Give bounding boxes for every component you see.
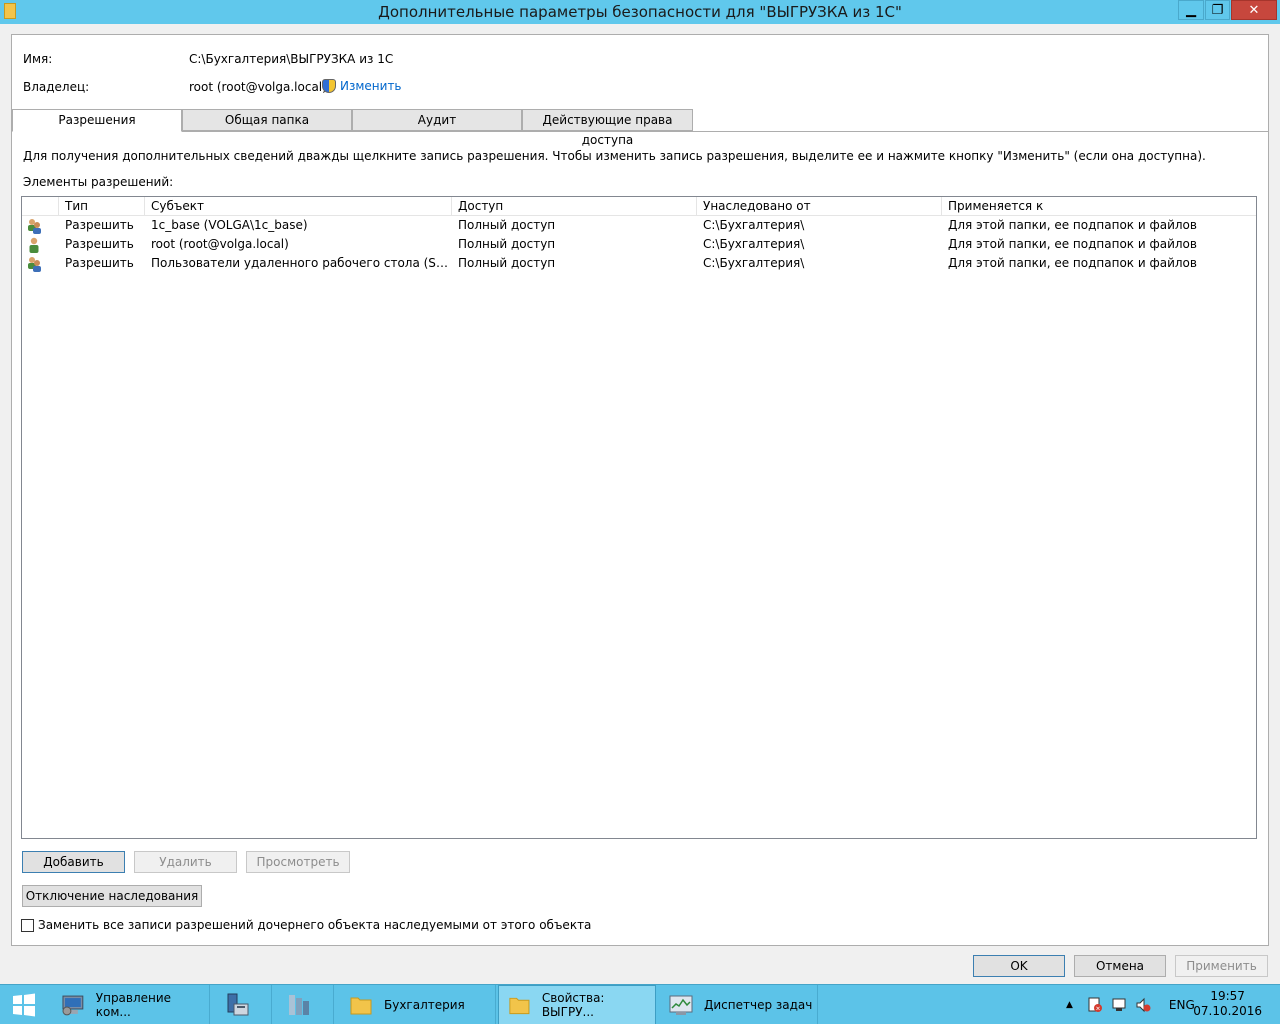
row-inherited: C:\Бухгалтерия\ <box>703 237 805 251</box>
folder-icon <box>509 997 530 1015</box>
clock-time: 19:57 <box>1210 989 1245 1003</box>
clock[interactable]: 19:57 07.10.2016 <box>1193 989 1262 1019</box>
row-subject: root (root@volga.local) <box>151 237 289 251</box>
row-applies: Для этой папки, ее подпапок и файлов <box>948 237 1197 251</box>
server-manager-icon <box>227 993 249 1016</box>
column-header-access[interactable]: Доступ <box>452 197 697 216</box>
uac-shield-icon <box>322 79 336 93</box>
taskbar-item-accounting-folder[interactable]: Бухгалтерия <box>340 985 496 1024</box>
row-inherited: C:\Бухгалтерия\ <box>703 218 805 232</box>
task-manager-icon <box>669 995 693 1015</box>
row-access: Полный доступ <box>458 256 556 270</box>
minimize-button[interactable]: ▁ <box>1178 0 1204 20</box>
tab-permissions[interactable]: Разрешения <box>12 109 182 132</box>
taskbar-item-properties[interactable]: Свойства: ВЫГРУ... <box>498 985 656 1024</box>
row-inherited: C:\Бухгалтерия\ <box>703 256 805 270</box>
owner-label: Владелец: <box>23 80 90 94</box>
remove-button[interactable]: Удалить <box>134 851 237 873</box>
system-tray: ▲ ✕ ENG <box>1066 985 1195 1024</box>
name-label: Имя: <box>23 52 53 66</box>
table-row[interactable]: Разрешить Пользователи удаленного рабоче… <box>22 254 1256 273</box>
table-row[interactable]: Разрешить 1c_base (VOLGA\1c_base) Полный… <box>22 216 1256 235</box>
column-header-type[interactable]: Тип <box>59 197 145 216</box>
permission-entries-label: Элементы разрешений: <box>23 175 174 189</box>
column-header-subject[interactable]: Субъект <box>145 197 452 216</box>
replace-child-permissions-row[interactable]: Заменить все записи разрешений дочернего… <box>21 918 591 932</box>
windows-logo-icon <box>13 993 35 1017</box>
permission-entries-list[interactable]: Тип Субъект Доступ Унаследовано от Приме… <box>21 196 1257 839</box>
computer-management-icon <box>62 995 84 1016</box>
restore-button[interactable]: ❐ <box>1205 0 1230 20</box>
view-button[interactable]: Просмотреть <box>246 851 350 873</box>
taskbar-item-label: Управление ком... <box>95 991 172 1019</box>
disable-inheritance-button[interactable]: Отключение наследования <box>22 885 202 907</box>
clock-date: 07.10.2016 <box>1193 1004 1262 1018</box>
title-bar: Дополнительные параметры безопасности дл… <box>0 0 1280 24</box>
svg-text:✕: ✕ <box>1095 1006 1100 1013</box>
taskbar-item-label: Диспетчер задач <box>704 998 813 1012</box>
user-icon <box>29 237 39 253</box>
add-button[interactable]: Добавить <box>22 851 125 873</box>
start-button[interactable] <box>0 985 48 1024</box>
group-icon <box>28 257 41 272</box>
replace-child-permissions-checkbox[interactable] <box>21 918 34 932</box>
row-applies: Для этой папки, ее подпапок и файлов <box>948 256 1197 270</box>
row-type: Разрешить <box>65 237 134 251</box>
column-header-applies[interactable]: Применяется к <box>942 197 1256 216</box>
info-text: Для получения дополнительных сведений дв… <box>23 149 1206 163</box>
tab-sharing[interactable]: Общая папка <box>182 109 352 131</box>
row-applies: Для этой папки, ее подпапок и файлов <box>948 218 1197 232</box>
replace-child-permissions-label: Заменить все записи разрешений дочернего… <box>38 918 592 932</box>
taskbar-item-label: Свойства: ВЫГРУ... <box>541 991 605 1019</box>
volume-muted-icon[interactable] <box>1135 997 1151 1013</box>
name-value: C:\Бухгалтерия\ВЫГРУЗКА из 1С <box>189 52 394 66</box>
taskbar-item-powershell[interactable] <box>278 985 334 1024</box>
language-indicator[interactable]: ENG <box>1169 998 1195 1012</box>
folder-icon <box>350 997 372 1015</box>
row-subject: 1c_base (VOLGA\1c_base) <box>151 218 308 232</box>
column-header-inherited[interactable]: Унаследовано от <box>697 197 942 216</box>
close-button[interactable]: ✕ <box>1231 0 1277 20</box>
owner-value: root (root@volga.local) <box>189 80 327 94</box>
row-access: Полный доступ <box>458 218 556 232</box>
row-access: Полный доступ <box>458 237 556 251</box>
powershell-icon <box>289 995 309 1015</box>
tab-auditing[interactable]: Аудит <box>352 109 522 131</box>
window-title: Дополнительные параметры безопасности дл… <box>378 3 902 21</box>
table-row[interactable]: Разрешить root (root@volga.local) Полный… <box>22 235 1256 254</box>
taskbar-item-computer-management[interactable]: Управление ком... <box>52 985 210 1024</box>
show-hidden-icons-button[interactable]: ▲ <box>1066 1000 1073 1010</box>
row-type: Разрешить <box>65 218 134 232</box>
taskbar-item-label: Бухгалтерия <box>384 998 465 1012</box>
row-type: Разрешить <box>65 256 134 270</box>
row-subject: Пользователи удаленного рабочего стола (… <box>151 256 452 270</box>
ok-button[interactable]: OK <box>973 955 1065 977</box>
taskbar: Управление ком... Бухгалтерия Свойства: … <box>0 984 1280 1024</box>
column-header-icon <box>22 197 59 216</box>
taskbar-item-server-manager[interactable] <box>216 985 272 1024</box>
cancel-button[interactable]: Отмена <box>1074 955 1166 977</box>
change-owner-label: Изменить <box>340 79 402 93</box>
tab-effective-access[interactable]: Действующие права доступа <box>522 109 693 147</box>
taskbar-item-task-manager[interactable]: Диспетчер задач <box>660 985 818 1024</box>
apply-button[interactable]: Применить <box>1175 955 1268 977</box>
action-center-warning-icon[interactable]: ✕ <box>1087 997 1103 1013</box>
change-owner-link[interactable]: Изменить <box>322 79 402 93</box>
list-header: Тип Субъект Доступ Унаследовано от Приме… <box>22 197 1256 216</box>
group-icon <box>28 219 41 234</box>
network-icon[interactable] <box>1111 997 1127 1013</box>
